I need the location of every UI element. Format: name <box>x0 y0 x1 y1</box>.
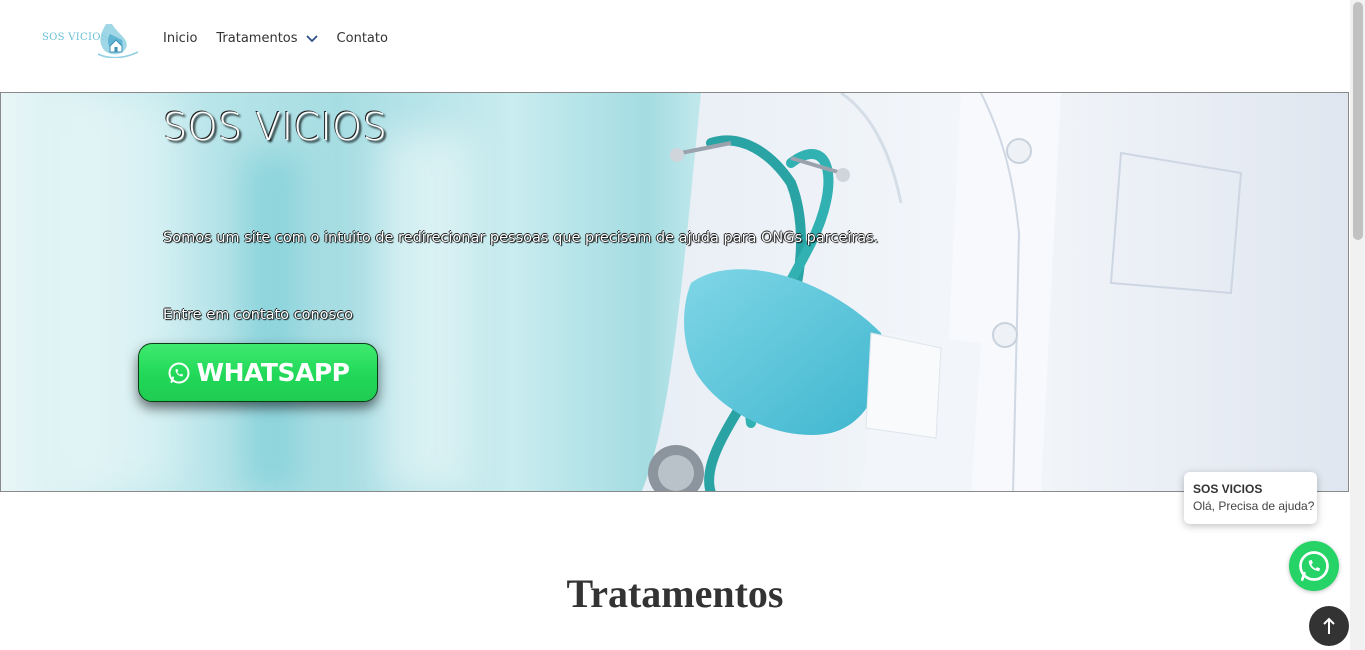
whatsapp-button-label: WHATSAPP <box>196 358 350 387</box>
site-logo[interactable]: SOS VICIOS <box>40 20 140 58</box>
nav-contato-label: Contato <box>336 31 388 46</box>
chat-popup-message: Olá, Precisa de ajuda? <box>1193 499 1315 513</box>
doctor-image <box>641 93 1348 491</box>
chat-popup-title: SOS VICIOS <box>1193 482 1263 496</box>
whatsapp-icon <box>1299 551 1329 581</box>
tratamentos-heading: Tratamentos <box>566 571 784 616</box>
hero-banner: SOS VICIOS Somos um site com o intuito d… <box>0 92 1349 492</box>
whatsapp-icon <box>168 362 190 383</box>
back-to-top-button[interactable] <box>1309 606 1349 646</box>
hero-description: Somos um site com o intuito de redirecio… <box>163 230 879 246</box>
nav-tratamentos-label: Tratamentos <box>216 31 298 46</box>
nav-inicio[interactable]: Inicio <box>163 30 197 48</box>
main-nav: Inicio Tratamentos Contato <box>163 30 407 48</box>
chat-popup[interactable]: SOS VICIOS Olá, Precisa de ajuda? <box>1184 472 1317 524</box>
chevron-down-icon <box>305 35 318 43</box>
nav-tratamentos[interactable]: Tratamentos <box>216 30 318 48</box>
nav-contato[interactable]: Contato <box>337 30 388 48</box>
floating-whatsapp-button[interactable] <box>1289 541 1339 591</box>
scrollbar-thumb[interactable] <box>1353 2 1363 240</box>
drop-house-icon <box>97 24 139 58</box>
whatsapp-button[interactable]: WHATSAPP <box>138 343 378 402</box>
hero-contact-text: Entre em contato conosco <box>163 307 353 323</box>
site-header: SOS VICIOS Inicio Tratamentos Contato <box>0 0 1350 92</box>
nav-inicio-label: Inicio <box>163 31 198 46</box>
hero-title: SOS VICIOS <box>163 105 388 149</box>
hero-bg-blur <box>381 133 471 491</box>
hero-bg-blur <box>61 93 181 491</box>
arrow-up-icon <box>1323 617 1335 634</box>
page-scrollbar[interactable] <box>1350 0 1365 650</box>
